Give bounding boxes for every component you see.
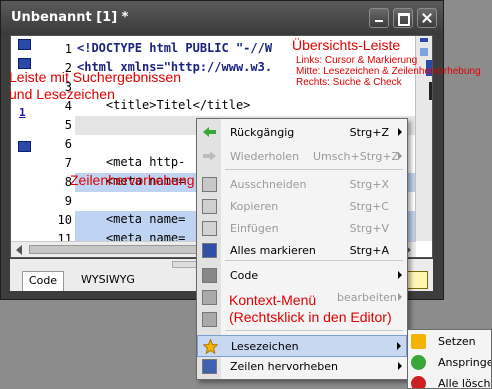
edit-icon bbox=[202, 290, 217, 305]
menu-item-label: Ausschneiden bbox=[230, 178, 307, 191]
close-button[interactable] bbox=[417, 8, 437, 28]
cut-icon bbox=[202, 177, 217, 192]
bookmark-marker[interactable]: 1 bbox=[19, 106, 31, 119]
annotation-left-bar-1: Leiste mit Suchergebnissen bbox=[9, 69, 181, 85]
menu-item-shortcut: Strg+V bbox=[349, 222, 389, 235]
line-number-gutter: 12345678910111213 bbox=[41, 36, 75, 257]
minimize-button[interactable] bbox=[369, 8, 389, 28]
menu-item-label: Zeilen hervorheben bbox=[230, 360, 338, 373]
annotation-overview-line1: Links: Cursor & Markierung bbox=[296, 55, 418, 66]
menu-item-shortcut: Strg+Z bbox=[349, 126, 389, 139]
annotation-overview-line2: Mitte: Lesezeichen & Zeilenhervorhebung bbox=[296, 66, 481, 77]
search-result-marker[interactable] bbox=[18, 141, 31, 152]
menu-item-shortcut: Umsch+Strg+Z bbox=[313, 150, 400, 163]
line-number: 6 bbox=[64, 137, 72, 151]
star-icon bbox=[202, 338, 219, 355]
menu-item-alles-markieren[interactable]: Alles markieren Strg+A bbox=[197, 240, 407, 262]
line-number: 10 bbox=[57, 213, 72, 227]
code-text: <meta http- bbox=[77, 155, 186, 169]
menu-item-label: Code bbox=[230, 269, 259, 282]
submenu-item-label: Alle löschen bbox=[438, 377, 491, 389]
delete-icon bbox=[411, 376, 426, 388]
code-icon bbox=[202, 268, 217, 283]
menu-item-zeilen-hervorheben[interactable]: Zeilen hervorheben bbox=[197, 356, 407, 378]
annotation-overview-line3: Rechts: Suche & Check bbox=[296, 77, 402, 88]
tab-code[interactable]: Code bbox=[22, 271, 64, 291]
submenu-arrow-icon bbox=[398, 128, 402, 136]
menu-item-rückgängig[interactable]: Rückgängig Strg+Z bbox=[197, 122, 407, 144]
submenu-item-alle-löschen[interactable]: Alle löschen bbox=[408, 373, 491, 389]
submenu-arrow-icon bbox=[398, 152, 402, 160]
menu-item-label: Lesezeichen bbox=[231, 340, 299, 353]
overview-marker-cursor bbox=[420, 38, 428, 42]
submenu-arrow-icon bbox=[398, 362, 402, 370]
menu-separator bbox=[225, 169, 403, 170]
line-number: 1 bbox=[64, 42, 72, 56]
code-text: <meta name= bbox=[77, 212, 186, 226]
menu-item-shortcut: Strg+A bbox=[349, 244, 389, 257]
window-title: Unbenannt [1] * bbox=[11, 10, 129, 25]
menu-item-label: Rückgängig bbox=[230, 126, 295, 139]
highlight-icon bbox=[202, 359, 217, 374]
line-number: 7 bbox=[64, 156, 72, 170]
context-menu: Rückgängig Strg+Z Wiederholen Umsch+Strg+Z A… bbox=[196, 118, 408, 380]
search-result-marker[interactable] bbox=[18, 39, 31, 50]
menu-item-code[interactable]: Code bbox=[197, 265, 407, 287]
submenu-item-label: Anspringen bbox=[438, 356, 491, 369]
title-bar[interactable]: Unbenannt [1] * bbox=[1, 1, 443, 35]
annotation-left-bar-2: und Lesezeichen bbox=[9, 86, 115, 102]
menu-item-label: Wiederholen bbox=[230, 150, 300, 163]
search-result-marker[interactable] bbox=[18, 58, 31, 69]
undo-icon bbox=[202, 125, 217, 140]
menu-item-lesezeichen[interactable]: Lesezeichen bbox=[197, 335, 407, 357]
go-icon bbox=[411, 355, 426, 370]
check-icon bbox=[202, 312, 217, 327]
menu-item-label: Alles markieren bbox=[230, 244, 316, 257]
menu-item-label: Kopieren bbox=[230, 200, 279, 213]
line-number: 5 bbox=[64, 118, 72, 132]
paste-icon bbox=[202, 221, 217, 236]
maximize-button[interactable] bbox=[393, 8, 413, 28]
submenu-item-anspringen[interactable]: Anspringen bbox=[408, 352, 491, 374]
scroll-left-icon[interactable] bbox=[16, 245, 22, 255]
annotation-line-highlight: Zeilenhervorhebung bbox=[70, 172, 195, 188]
menu-item-shortcut: Strg+X bbox=[349, 178, 389, 191]
code-text: <!DOCTYPE html PUBLIC "-//W bbox=[77, 41, 273, 55]
submenu-item-setzen[interactable]: Setzen bbox=[408, 331, 491, 353]
overview-marker-bookmark bbox=[429, 82, 432, 100]
menu-item-einfügen[interactable]: Einfügen Strg+V bbox=[197, 218, 407, 240]
select-all-icon bbox=[202, 243, 217, 258]
add-star-icon bbox=[411, 334, 426, 349]
annotation-context-menu-2: (Rechtsklick in den Editor) bbox=[229, 309, 392, 325]
tab-wysiwyg[interactable]: WYSIWYG bbox=[68, 271, 148, 291]
menu-item-kopieren[interactable]: Kopieren Strg+C bbox=[197, 196, 407, 218]
menu-item-ausschneiden[interactable]: Ausschneiden Strg+X bbox=[197, 174, 407, 196]
notes-icon[interactable] bbox=[406, 271, 428, 289]
submenu-item-label: Setzen bbox=[438, 335, 476, 348]
bookmark-submenu: Setzen Anspringen Alle löschen bbox=[407, 329, 492, 389]
submenu-arrow-icon bbox=[397, 342, 401, 350]
redo-icon bbox=[202, 149, 217, 164]
menu-item-label: bearbeiten bbox=[337, 291, 397, 304]
annotation-overview-title: Übersichts-Leiste bbox=[292, 37, 401, 53]
menu-item-label: Einfügen bbox=[230, 222, 279, 235]
code-line[interactable]: <title>Titel</title> bbox=[75, 97, 415, 116]
overview-marker-highlight bbox=[420, 48, 428, 56]
submenu-arrow-icon bbox=[398, 271, 402, 279]
annotation-context-menu-1: Kontext-Menü bbox=[229, 292, 317, 308]
line-number: 9 bbox=[64, 194, 72, 208]
copy-icon bbox=[202, 199, 217, 214]
menu-item-shortcut: Strg+C bbox=[349, 200, 389, 213]
menu-item-wiederholen[interactable]: Wiederholen Umsch+Strg+Z bbox=[197, 146, 407, 168]
search-results-bookmark-bar[interactable]: 1 bbox=[11, 36, 41, 241]
submenu-arrow-icon bbox=[398, 293, 402, 301]
